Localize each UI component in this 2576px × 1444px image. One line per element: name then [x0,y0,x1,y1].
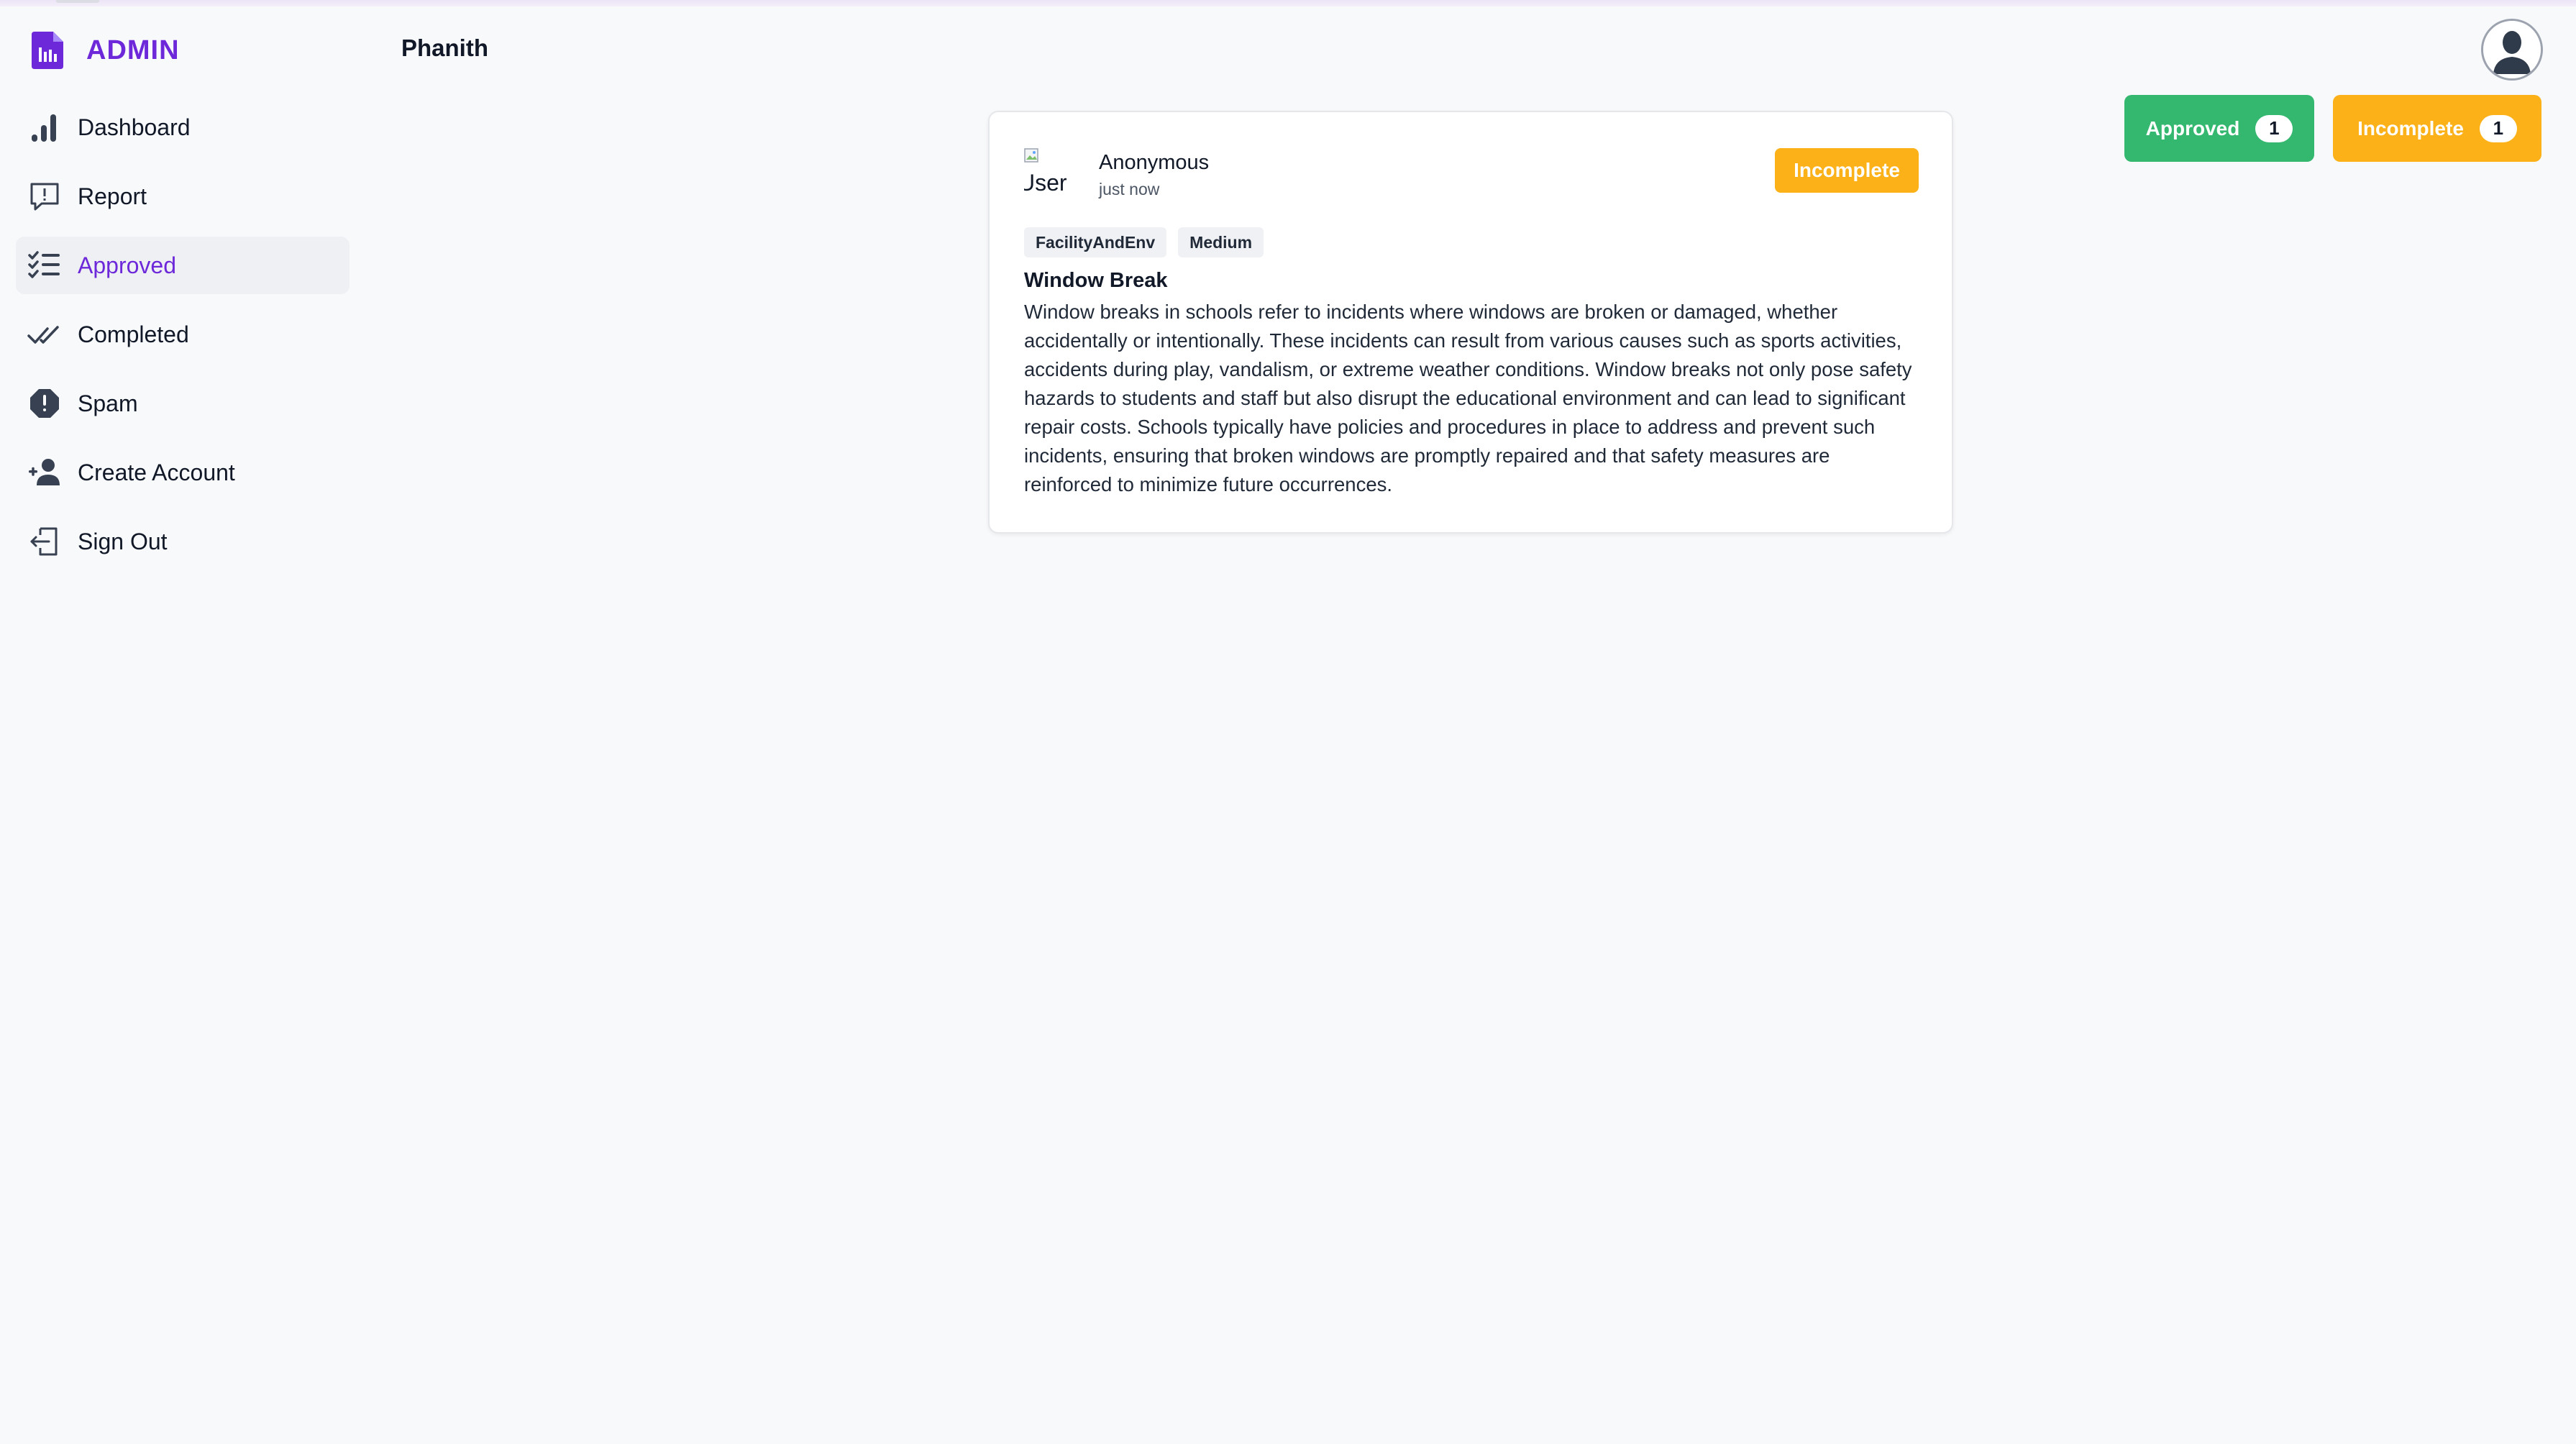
sidebar-item-completed[interactable]: Completed [16,306,350,363]
sidebar-item-report[interactable]: Report [16,168,350,225]
tag-list: FacilityAndEnv Medium [1024,227,1275,257]
priority-tag: Medium [1178,227,1264,257]
sidebar-item-label: Report [78,183,147,209]
brand-title: ADMIN [86,35,180,65]
post-title: Window Break [1024,269,1168,292]
user-avatar-icon [2483,21,2541,78]
sidebar-item-dashboard[interactable]: Dashboard [16,99,350,156]
user-avatar-button[interactable] [2481,19,2543,81]
approved-count-badge: 1 [2255,114,2293,142]
checklist-icon [26,247,63,284]
status-badge: Incomplete [1775,148,1919,193]
sign-out-icon [26,523,63,560]
sidebar-item-label: Completed [78,321,189,347]
current-user-name: Phanith [401,35,488,61]
app-page: ADMIN Phanith Dashboard Report Approved … [0,0,2576,1444]
report-document-icon [32,32,63,69]
sidebar-item-label: Spam [78,390,138,416]
sidebar-item-label: Create Account [78,459,235,485]
incomplete-filter-label: Incomplete [2357,116,2464,140]
sidebar-item-spam[interactable]: Spam [16,375,350,432]
post-timestamp: just now [1099,180,1160,198]
incomplete-filter-button[interactable]: Incomplete 1 [2333,95,2541,162]
user-plus-icon [26,454,63,491]
message-alert-icon [26,178,63,215]
sidebar-nav: Dashboard Report Approved Completed Spam… [16,99,350,582]
sidebar-item-label: Sign Out [78,528,168,554]
report-card[interactable]: User Anonymous just now Incomplete Facil… [988,111,1953,534]
user-image-alt: User [1024,170,1067,196]
double-check-icon [26,316,63,353]
approved-filter-label: Approved [2145,116,2240,140]
sidebar-item-approved[interactable]: Approved [16,237,350,294]
incomplete-count-badge: 1 [2479,114,2517,142]
approved-filter-button[interactable]: Approved 1 [2124,95,2314,162]
sidebar-item-label: Approved [78,252,176,278]
post-author: Anonymous [1099,151,1210,174]
bar-chart-icon [26,109,63,146]
user-image: User [1024,148,1079,200]
category-tag: FacilityAndEnv [1024,227,1167,257]
top-tab-indicator [56,0,99,3]
post-body: Window breaks in schools refer to incide… [1024,301,1912,495]
top-border [0,0,2576,6]
sidebar-item-create-account[interactable]: Create Account [16,444,350,501]
brand[interactable]: ADMIN [32,29,180,72]
sidebar-item-label: Dashboard [78,114,191,140]
alert-octagon-icon [26,385,63,422]
broken-image-icon [1024,148,1038,163]
sidebar-item-sign-out[interactable]: Sign Out [16,513,350,570]
